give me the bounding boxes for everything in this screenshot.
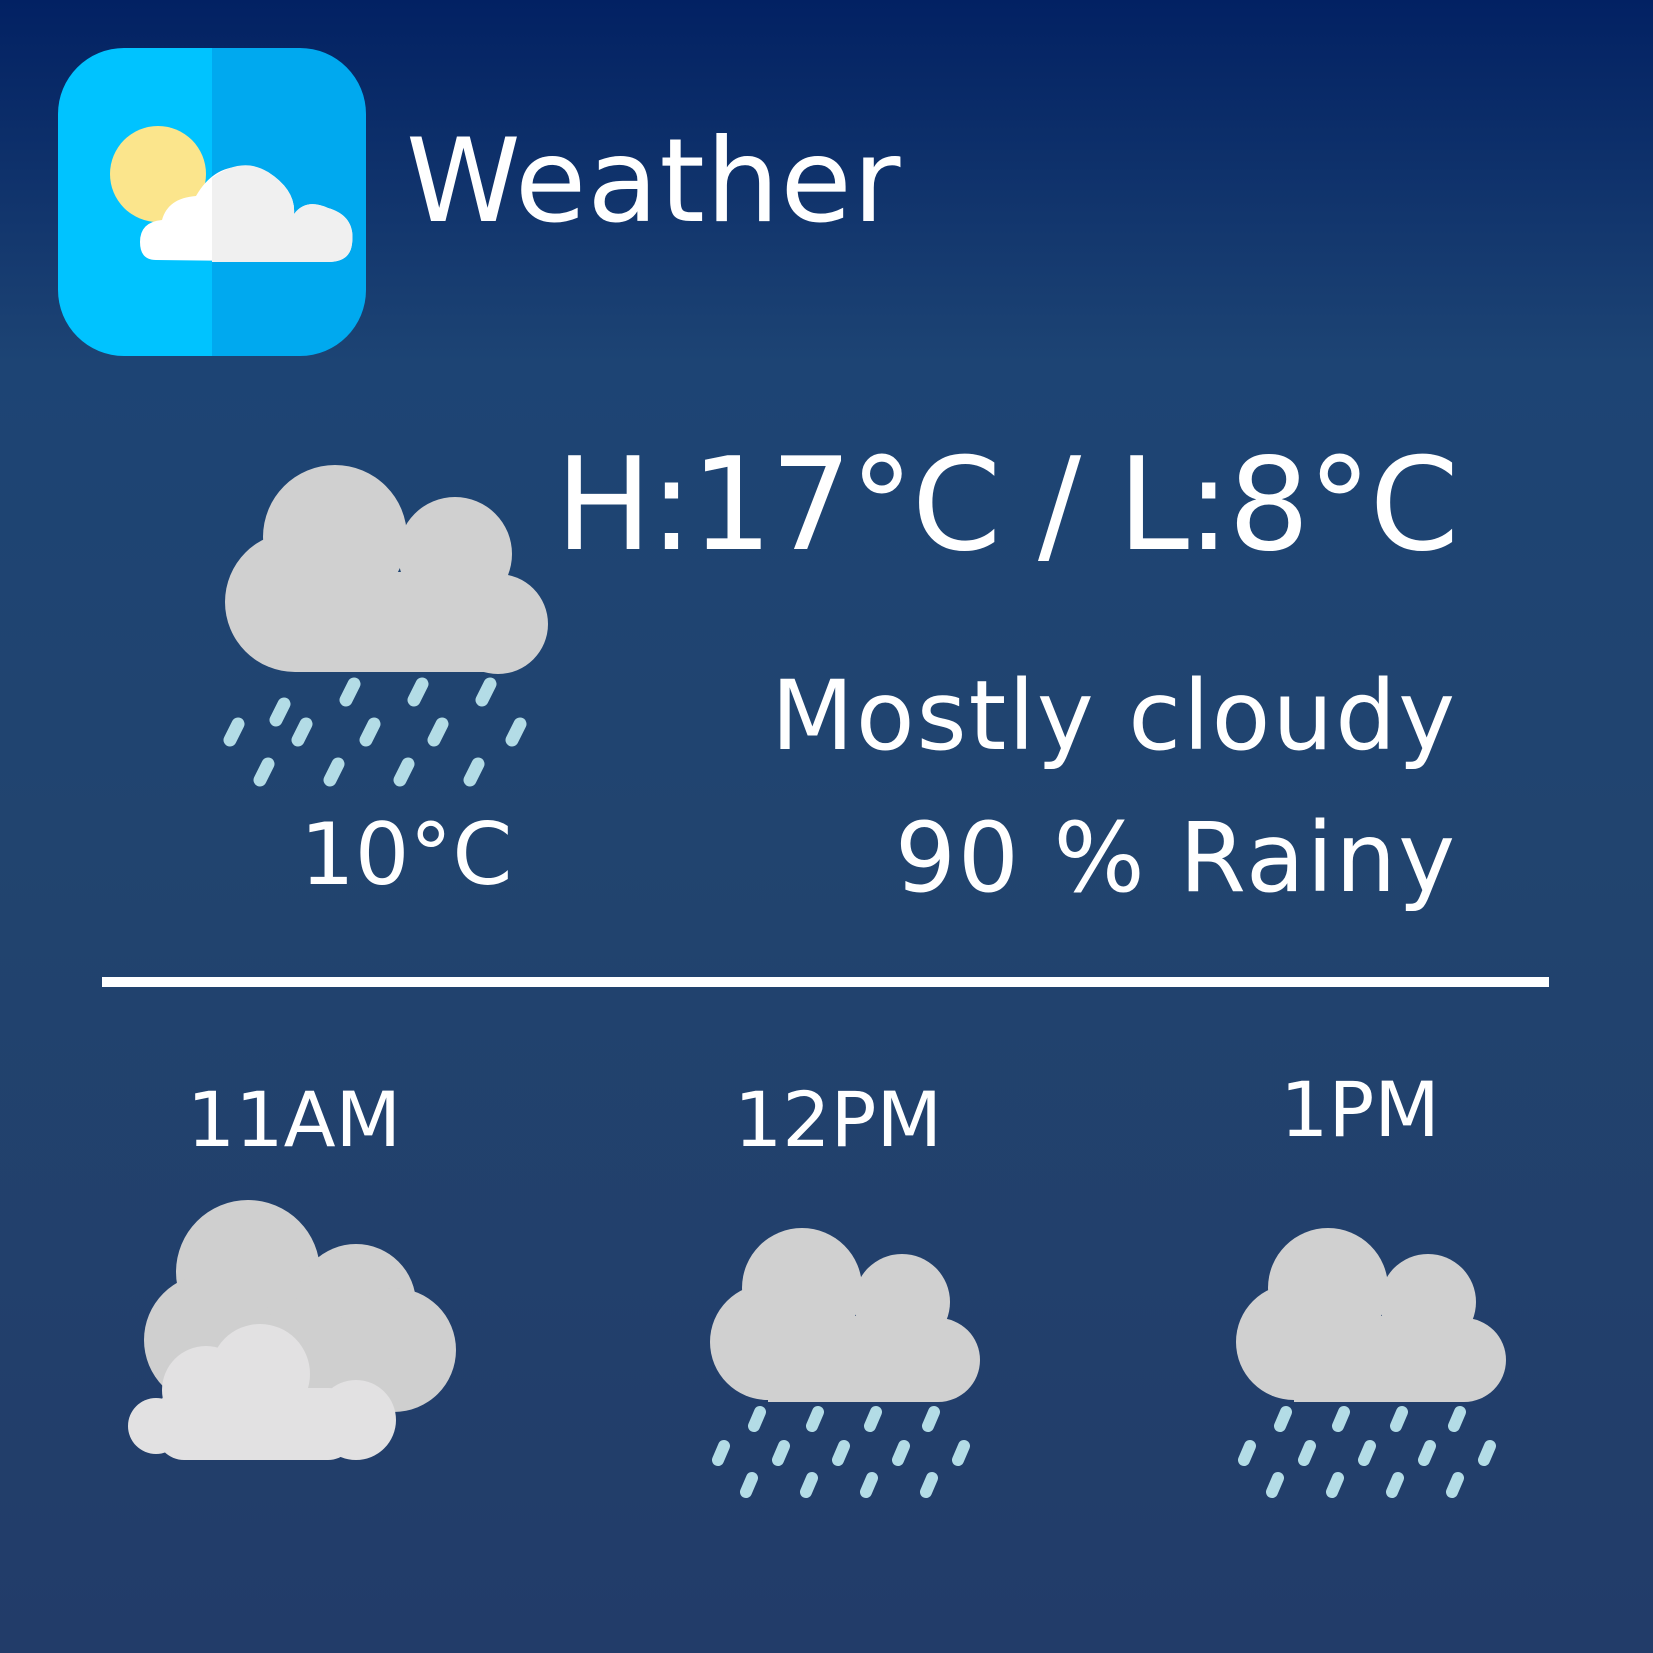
rain-cloud-icon [1236,1228,1506,1498]
rain-cloud-icon [223,465,548,787]
rain-cloud-icon [710,1228,980,1498]
divider [102,977,1549,987]
hour-label-12pm: 12PM [733,1075,943,1164]
weather-app-icon[interactable] [58,48,366,356]
app-title: Weather [406,114,902,249]
hour-label-11am: 11AM [186,1075,402,1164]
current-temperature: 10°C [300,805,513,905]
high-low-temperature: H:17°C / L:8°C [555,431,1459,580]
weather-condition: Mostly cloudy [771,660,1457,772]
rain-chance: 90 % Rainy [894,802,1457,914]
hour-label-1pm: 1PM [1280,1065,1440,1154]
cloudy-icon [128,1200,456,1460]
